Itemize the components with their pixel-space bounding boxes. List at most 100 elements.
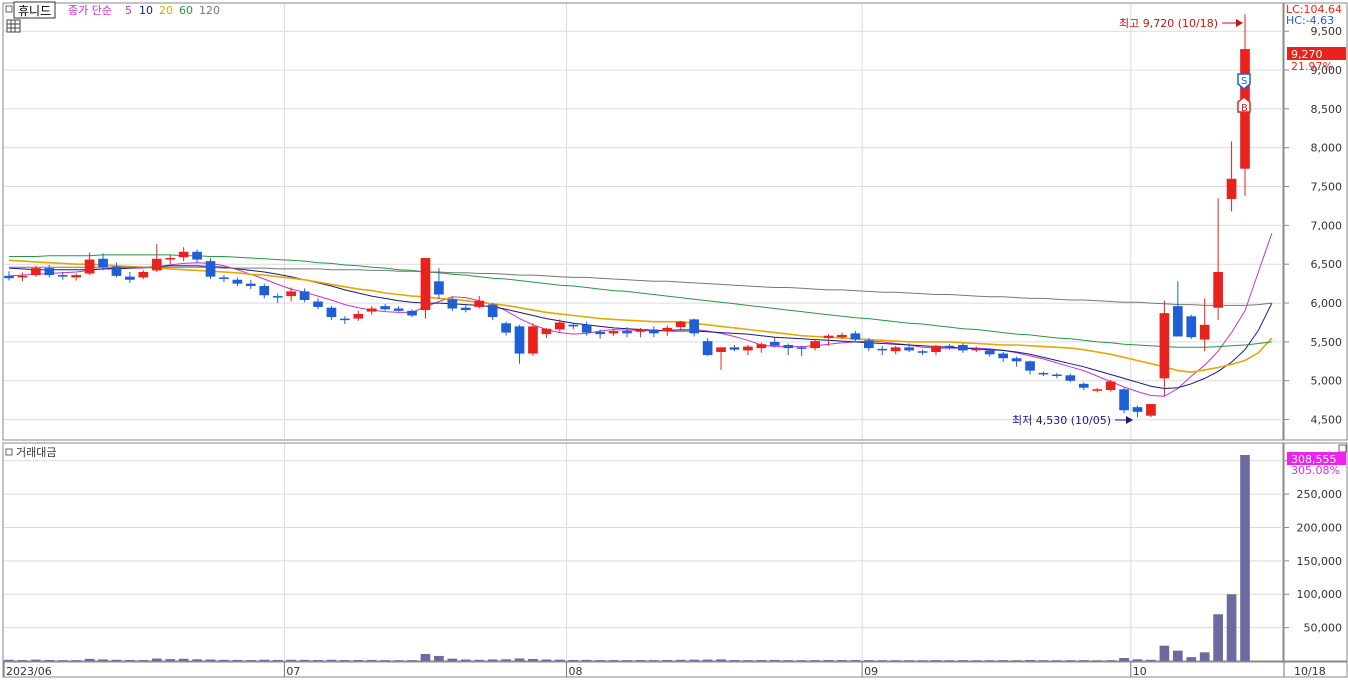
volume-bar <box>541 659 552 661</box>
volume-tick-label: 250,000 <box>1297 488 1343 501</box>
volume-bar <box>4 659 14 661</box>
volume-bar <box>581 659 592 661</box>
volume-bar <box>702 659 713 661</box>
volume-bar <box>1105 660 1116 662</box>
volume-tick-label: 100,000 <box>1297 588 1343 601</box>
volume-bar <box>111 659 122 661</box>
candle-body <box>796 347 807 349</box>
candle-body <box>286 291 296 297</box>
candle-body <box>1159 313 1170 379</box>
candle-body <box>1092 389 1103 391</box>
time-tick-label: 09 <box>864 665 878 678</box>
candle-body <box>340 318 350 321</box>
candle <box>1146 404 1156 418</box>
volume-bar <box>810 660 820 662</box>
candle-body <box>581 324 592 333</box>
candle-body <box>837 334 847 338</box>
candle-body <box>971 348 982 351</box>
candle-body <box>138 271 149 278</box>
volume-bar <box>554 659 565 661</box>
table-icon[interactable] <box>6 19 21 33</box>
candle-body <box>44 268 55 276</box>
time-tick-label: 2023/06 <box>6 665 52 678</box>
price-tick-label: 4,500 <box>1311 414 1343 427</box>
volume-bar <box>743 660 753 662</box>
volume-bar <box>1159 645 1170 661</box>
stock-chart[interactable]: 4,500 5,000 5,500 6,000 6,500 7,000 7,500 8,000… <box>0 0 1348 678</box>
candle-body <box>407 310 417 316</box>
volume-bar <box>877 660 888 662</box>
price-tick-label: 8,500 <box>1311 103 1343 116</box>
volume-bar <box>971 660 982 662</box>
volume-bar <box>165 659 176 661</box>
volume-bar <box>850 660 861 662</box>
candle-body <box>1052 374 1062 377</box>
candle-body <box>460 307 471 311</box>
candle-body <box>299 291 310 300</box>
candle-body <box>917 351 928 353</box>
candle-body <box>877 348 888 351</box>
candle-body <box>595 331 605 335</box>
candle-body <box>810 341 820 349</box>
candle-body <box>769 341 780 346</box>
ma-period-120: 120 <box>199 4 220 17</box>
candle-body <box>474 300 485 307</box>
volume-bar <box>205 659 216 661</box>
candle-body <box>1078 383 1089 388</box>
candle-body <box>1146 404 1156 416</box>
candle-body <box>57 275 68 277</box>
candle-body <box>447 299 458 309</box>
candle-body <box>931 345 941 352</box>
volume-panel-title: 거래대금 <box>16 446 56 459</box>
volume-bar <box>729 660 740 662</box>
volume-tick-label: 50,000 <box>1304 622 1343 635</box>
buy-marker[interactable]: B <box>1237 96 1251 114</box>
volume-bar <box>662 659 673 661</box>
volume-bar <box>299 659 310 661</box>
candle-body <box>259 285 270 296</box>
ma-period-5: 5 <box>125 4 132 17</box>
candle-body <box>17 275 28 278</box>
candle-body <box>850 333 861 340</box>
volume-bar <box>1172 650 1183 661</box>
candle-body <box>1119 389 1129 411</box>
volume-bar <box>340 660 350 662</box>
candle-body <box>501 323 511 333</box>
ma-period-20: 20 <box>159 4 173 17</box>
candle-body <box>756 344 767 349</box>
price-tick-label: 5,500 <box>1311 336 1343 349</box>
volume-bar <box>904 660 914 662</box>
volume-bar <box>1011 660 1022 662</box>
volume-bar <box>568 659 579 661</box>
low-label: 최저 4,530 (10/05) <box>1012 414 1111 427</box>
volume-bar <box>1226 594 1237 661</box>
volume-bar <box>1052 660 1062 662</box>
candle-body <box>675 321 686 328</box>
candle-body <box>568 324 579 327</box>
candle-body <box>1132 407 1143 412</box>
collapse-icon[interactable] <box>5 5 13 13</box>
candle-body <box>232 279 243 284</box>
candle-body <box>1199 324 1210 340</box>
price-tick-label: 6,000 <box>1311 297 1343 310</box>
candle-body <box>1105 381 1116 391</box>
volume-bar <box>474 659 485 661</box>
volume-bar <box>1065 660 1076 662</box>
price-tick-label: 5,000 <box>1311 375 1343 388</box>
volume-collapse-icon[interactable] <box>5 448 13 456</box>
candle <box>205 258 216 279</box>
chart-svg[interactable]: 4,500 5,000 5,500 6,000 6,500 7,000 7,500 8,000… <box>0 0 1348 678</box>
price-tick-label: 6,500 <box>1311 258 1343 271</box>
candle-body <box>31 268 41 276</box>
volume-panel-frame <box>2 442 1284 662</box>
volume-bar <box>192 659 202 661</box>
candle-body <box>716 347 726 352</box>
volume-bar <box>796 660 807 662</box>
candle <box>1186 314 1197 339</box>
volume-corner-icon[interactable] <box>1338 444 1347 453</box>
volume-bar <box>286 659 296 661</box>
time-tick-label: 07 <box>286 665 300 678</box>
candle-body <box>649 329 659 334</box>
volume-bar <box>407 660 417 662</box>
volume-bar <box>17 660 28 662</box>
